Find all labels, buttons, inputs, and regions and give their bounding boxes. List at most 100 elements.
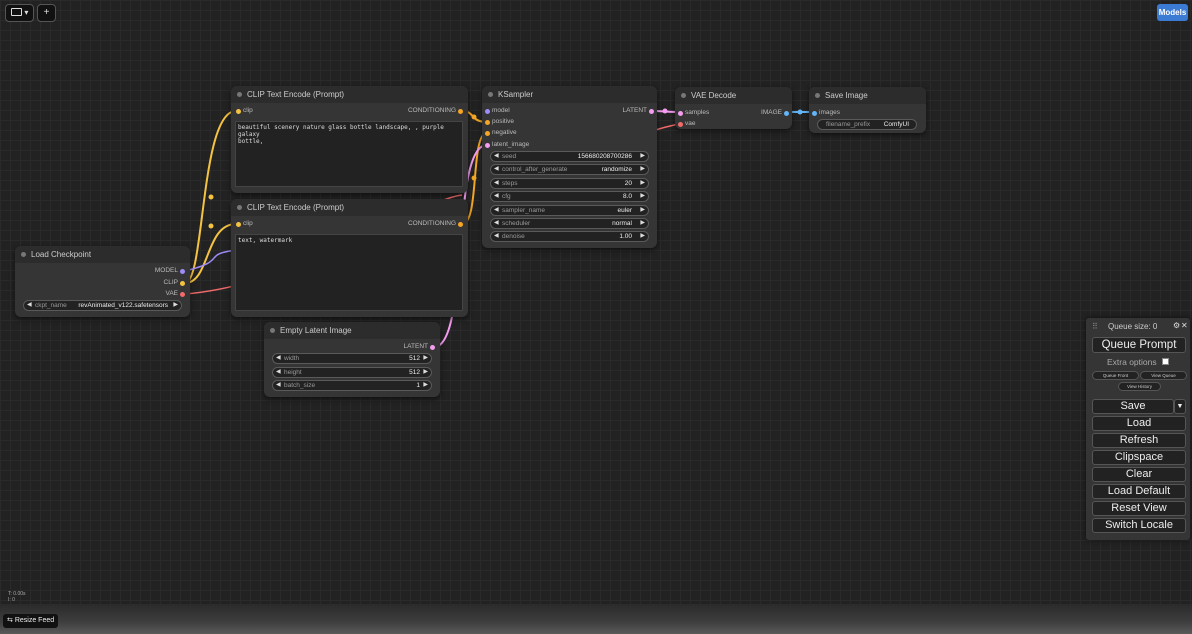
input-pin[interactable] (236, 221, 241, 227)
arrow-left-icon[interactable]: ◀ (494, 165, 499, 174)
save-dropdown-button[interactable]: ▼ (1174, 399, 1186, 414)
input-slot-clip[interactable]: clip (236, 107, 253, 115)
workflow-menu-button[interactable]: ▾ (5, 4, 34, 22)
collapse-dot[interactable] (681, 93, 686, 98)
input-slot-model[interactable]: model (485, 107, 510, 115)
node-ksampler[interactable]: KSampler model positive negative latent_… (482, 86, 657, 248)
arrow-right-icon[interactable]: ▶ (640, 179, 645, 188)
input-slot-clip[interactable]: clip (236, 220, 253, 228)
output-slot-clip[interactable]: CLIP (164, 279, 185, 287)
input-pin[interactable] (678, 121, 683, 127)
output-pin[interactable] (180, 280, 185, 286)
output-slot-vae[interactable]: VAE (165, 290, 185, 298)
load-button[interactable]: Load (1092, 416, 1186, 431)
view-history-button[interactable]: View History (1118, 382, 1161, 391)
scheduler-widget[interactable]: ◀ scheduler normal ▶ (490, 218, 649, 229)
height-widget[interactable]: ◀ height 512 ▶ (272, 367, 432, 378)
sampler-name-widget[interactable]: ◀ sampler_name euler ▶ (490, 205, 649, 216)
refresh-button[interactable]: Refresh (1092, 433, 1186, 448)
input-slot-negative[interactable]: negative (485, 129, 517, 137)
models-button[interactable]: Models (1157, 4, 1188, 21)
input-slot-samples[interactable]: samples (678, 109, 709, 117)
clipspace-button[interactable]: Clipspace (1092, 450, 1186, 465)
width-widget[interactable]: ◀ width 512 ▶ (272, 353, 432, 364)
drag-handle-icon[interactable]: ⠿ (1092, 322, 1098, 331)
arrow-right-icon[interactable]: ▶ (640, 232, 645, 241)
arrow-left-icon[interactable]: ◀ (276, 354, 281, 363)
save-button[interactable]: Save (1092, 399, 1174, 414)
arrow-right-icon[interactable]: ▶ (640, 206, 645, 215)
queue-prompt-button[interactable]: Queue Prompt (1092, 337, 1186, 353)
node-clip-text-encode-positive[interactable]: CLIP Text Encode (Prompt) clip CONDITION… (231, 86, 468, 193)
input-pin[interactable] (678, 110, 683, 116)
arrow-left-icon[interactable]: ◀ (494, 206, 499, 215)
output-slot-latent[interactable]: LATENT (623, 107, 654, 115)
output-pin[interactable] (430, 344, 435, 350)
collapse-dot[interactable] (270, 328, 275, 333)
output-pin[interactable] (180, 291, 185, 297)
arrow-right-icon[interactable]: ▶ (640, 219, 645, 228)
arrow-right-icon[interactable]: ▶ (640, 152, 645, 161)
arrow-left-icon[interactable]: ◀ (494, 179, 499, 188)
input-pin[interactable] (236, 108, 241, 114)
node-title[interactable]: Load Checkpoint (15, 246, 190, 263)
collapse-dot[interactable] (237, 92, 242, 97)
reset-view-button[interactable]: Reset View (1092, 501, 1186, 516)
arrow-left-icon[interactable]: ◀ (494, 152, 499, 161)
collapse-dot[interactable] (21, 252, 26, 257)
gear-icon[interactable]: ⚙ (1173, 321, 1180, 330)
node-title[interactable]: CLIP Text Encode (Prompt) (231, 199, 468, 216)
input-slot-images[interactable]: images (812, 109, 840, 117)
node-title[interactable]: KSampler (482, 86, 657, 103)
seed-widget[interactable]: ◀ seed 156680208700286 ▶ (490, 151, 649, 162)
node-title[interactable]: VAE Decode (675, 87, 792, 104)
input-pin[interactable] (485, 108, 490, 114)
resize-feed-button[interactable]: ⇆ Resize Feed (3, 614, 59, 628)
switch-locale-button[interactable]: Switch Locale (1092, 518, 1186, 533)
arrow-right-icon[interactable]: ▶ (640, 192, 645, 201)
arrow-left-icon[interactable]: ◀ (494, 232, 499, 241)
add-tab-button[interactable]: + (37, 4, 56, 22)
filename-prefix-field[interactable]: filename_prefix ComfyUI (817, 119, 917, 130)
node-empty-latent-image[interactable]: Empty Latent Image LATENT ◀ width 512 ▶ ◀ he… (264, 322, 440, 397)
node-vae-decode[interactable]: VAE Decode samples vae IMAGE (675, 87, 792, 129)
arrow-left-icon[interactable]: ◀ (276, 368, 281, 377)
output-slot-conditioning[interactable]: CONDITIONING (408, 220, 463, 228)
arrow-right-icon[interactable]: ▶ (423, 354, 428, 363)
collapse-dot[interactable] (815, 93, 820, 98)
arrow-left-icon[interactable]: ◀ (276, 381, 281, 390)
prompt-textarea[interactable]: text, watermark (235, 234, 463, 311)
output-slot-image[interactable]: IMAGE (761, 109, 789, 117)
queue-front-button[interactable]: Queue Front (1092, 371, 1139, 380)
collapse-dot[interactable] (237, 205, 242, 210)
output-pin[interactable] (458, 108, 463, 114)
node-title[interactable]: Empty Latent Image (264, 322, 440, 339)
close-icon[interactable]: ✕ (1181, 321, 1188, 330)
input-pin[interactable] (485, 130, 490, 136)
batch-size-widget[interactable]: ◀ batch_size 1 ▶ (272, 380, 432, 391)
arrow-right-icon[interactable]: ▶ (640, 165, 645, 174)
input-slot-vae[interactable]: vae (678, 120, 695, 128)
cfg-widget[interactable]: ◀ cfg 8.0 ▶ (490, 191, 649, 202)
node-title[interactable]: Save Image (809, 87, 926, 104)
ckpt-name-combo[interactable]: ◀ ckpt_name revAnimated_v122.safetensors… (23, 300, 182, 311)
output-pin[interactable] (784, 110, 789, 116)
control-after-generate-widget[interactable]: ◀ control_after_generate randomize ▶ (490, 164, 649, 175)
input-pin[interactable] (485, 119, 490, 125)
output-pin[interactable] (649, 108, 654, 114)
node-save-image[interactable]: Save Image images filename_prefix ComfyU… (809, 87, 926, 133)
node-load-checkpoint[interactable]: Load Checkpoint MODEL CLIP VAE ◀ ckpt_na… (15, 246, 190, 317)
input-pin[interactable] (485, 142, 490, 148)
input-slot-latent-image[interactable]: latent_image (485, 141, 529, 149)
arrow-left-icon[interactable]: ◀ (494, 192, 499, 201)
output-slot-conditioning[interactable]: CONDITIONING (408, 107, 463, 115)
arrow-left-icon[interactable]: ◀ (27, 301, 32, 310)
view-queue-button[interactable]: View Queue (1140, 371, 1187, 380)
input-pin[interactable] (812, 110, 817, 116)
steps-widget[interactable]: ◀ steps 20 ▶ (490, 178, 649, 189)
prompt-textarea[interactable]: beautiful scenery nature glass bottle la… (235, 121, 463, 187)
input-slot-positive[interactable]: positive (485, 118, 514, 126)
arrow-right-icon[interactable]: ▶ (173, 301, 178, 310)
extra-options-checkbox[interactable] (1162, 358, 1169, 365)
clear-button[interactable]: Clear (1092, 467, 1186, 482)
